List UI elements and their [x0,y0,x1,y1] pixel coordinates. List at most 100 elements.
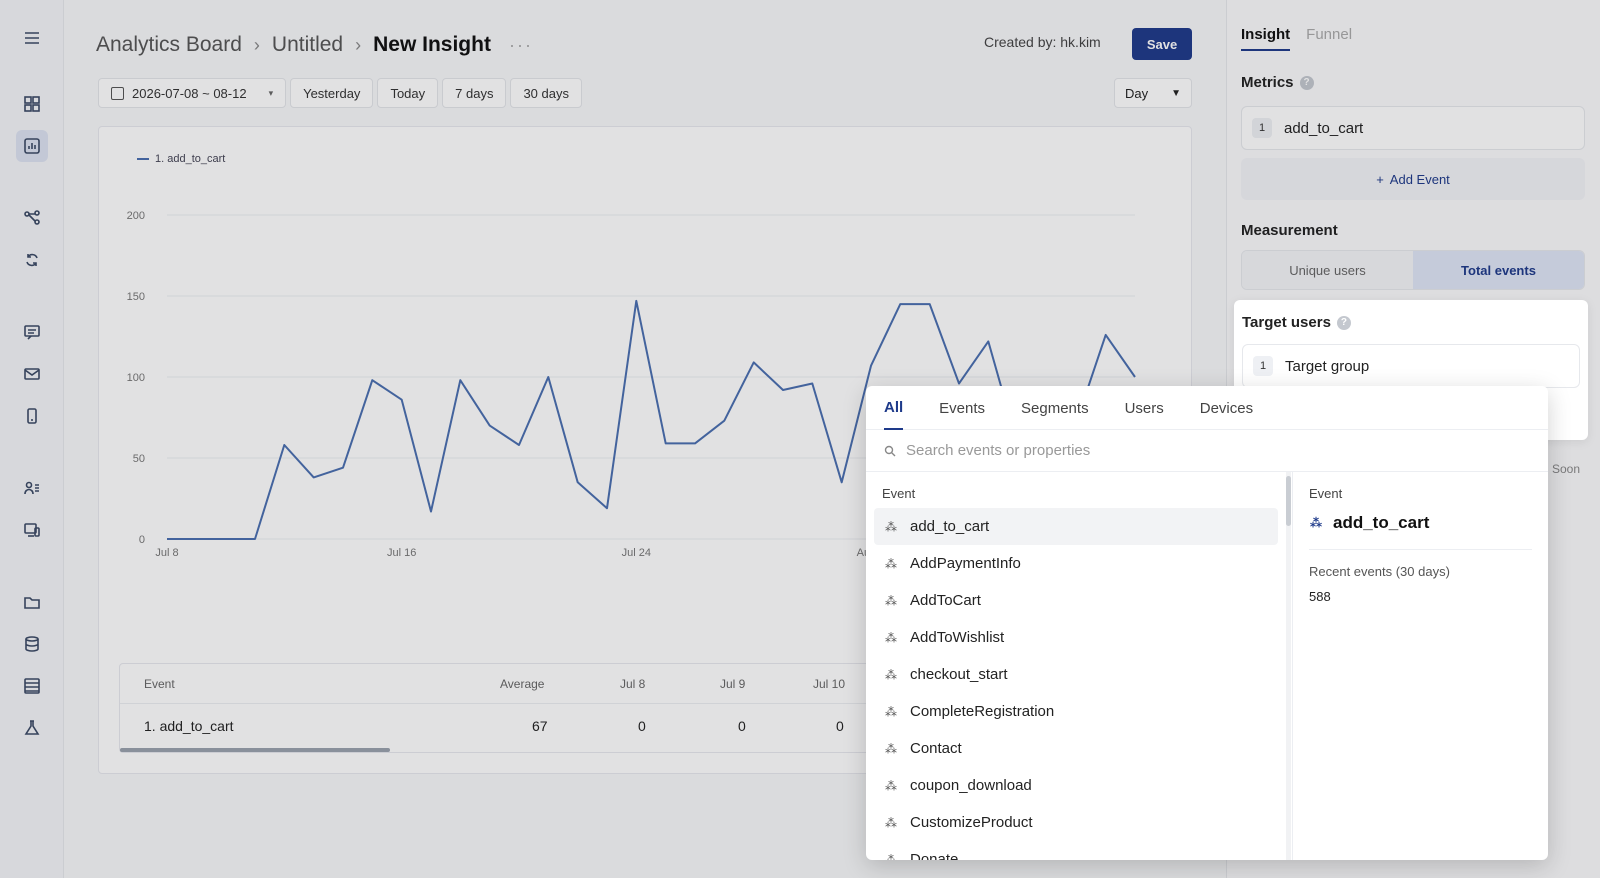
event-item[interactable]: ⁂ AddToWishlist [874,619,1278,656]
users-list-icon[interactable] [16,472,48,504]
row-jul8: 0 [638,718,646,734]
metric-event-row[interactable]: 1 add_to_cart [1241,106,1585,150]
message-icon[interactable] [16,316,48,348]
event-item[interactable]: ⁂ Donate [874,841,1278,860]
header-average: Average [500,676,545,691]
chevron-right-icon: › [253,34,260,55]
devices-icon[interactable] [16,514,48,546]
target-index: 1 [1253,356,1273,376]
flow-icon[interactable] [16,202,48,234]
yesterday-button[interactable]: Yesterday [290,78,374,108]
row-jul9: 0 [738,718,746,734]
tab-segments[interactable]: Segments [1021,386,1089,430]
y-tick-label: 0 [139,534,145,546]
save-button[interactable]: Save [1132,28,1192,60]
picker-search [866,430,1548,472]
event-click-icon: ⁂ [885,667,897,682]
refresh-icon[interactable] [16,244,48,276]
header-jul8: Jul 8 [620,676,646,691]
event-picker-dropdown: All Events Segments Users Devices Event … [866,386,1548,860]
x-tick-label: Jul 16 [387,547,416,559]
event-item[interactable]: ⁂ coupon_download [874,767,1278,804]
metric-event-name: add_to_cart [1284,119,1364,137]
scrollbar-thumb[interactable] [1286,476,1291,526]
unique-users-option[interactable]: Unique users [1242,251,1413,289]
add-event-button[interactable]: + Add Event [1241,158,1585,200]
event-item[interactable]: ⁂ AddPaymentInfo [874,545,1278,582]
help-icon[interactable]: ? [1336,315,1351,330]
event-item[interactable]: ⁂ checkout_start [874,656,1278,693]
event-list-label: Event [882,486,916,501]
tab-funnel[interactable]: Funnel [1306,26,1352,51]
more-options-icon[interactable]: ··· [509,35,533,56]
breadcrumb: Analytics Board › Untitled › New Insight… [96,30,533,60]
chevron-right-icon: › [355,34,362,55]
plus-icon: + [1376,171,1384,187]
page-title[interactable]: New Insight [373,33,491,57]
tab-insight[interactable]: Insight [1241,26,1291,51]
metrics-label: Metrics [1241,74,1294,91]
event-detail: Event ⁂ add_to_cart Recent events (30 da… [1292,472,1548,860]
event-click-icon: ⁂ [885,778,897,793]
table-scrollbar[interactable] [120,748,390,752]
flask-icon[interactable] [16,712,48,744]
help-icon[interactable]: ? [1299,75,1314,90]
database-icon[interactable] [16,628,48,660]
event-click-icon: ⁂ [885,815,897,830]
calendar-icon [111,86,124,100]
event-item-label: AddToWishlist [910,629,1005,646]
tab-devices[interactable]: Devices [1200,386,1253,430]
target-users-label: Target users [1242,314,1331,331]
30-days-button[interactable]: 30 days [510,78,582,108]
date-range-value: 2026-07-08 ~ 08-12 [132,85,247,101]
date-filters: 2026-07-08 ~ 08-12 ▾ Yesterday Today 7 d… [98,78,582,108]
tab-events[interactable]: Events [939,386,985,430]
table-icon[interactable] [16,670,48,702]
event-item-label: CompleteRegistration [910,703,1055,720]
dashboard-icon[interactable] [16,88,48,120]
event-item[interactable]: ⁂ CustomizeProduct [874,804,1278,841]
event-list: Event ⁂ add_to_cart ⁂ AddPaymentInfo ⁂ AddToC… [866,472,1286,860]
tab-users[interactable]: Users [1125,386,1164,430]
header-jul9: Jul 9 [720,676,746,691]
metric-index: 1 [1252,118,1272,138]
search-input[interactable] [906,442,1406,459]
row-event: 1. add_to_cart [144,718,234,734]
today-button[interactable]: Today [377,78,439,108]
event-click-icon: ⁂ [885,556,897,571]
soon-label: Soon [1552,462,1581,476]
menu-icon[interactable] [16,22,48,54]
interval-select[interactable]: Day ▼ [1114,78,1192,108]
total-events-option[interactable]: Total events [1413,251,1584,289]
event-click-icon: ⁂ [885,741,897,756]
target-group-row[interactable]: 1 Target group [1242,344,1580,388]
folder-icon[interactable] [16,586,48,618]
row-average: 67 [532,718,548,734]
event-item[interactable]: ⁂ CompleteRegistration [874,693,1278,730]
metrics-title: Metrics ? [1241,74,1314,91]
breadcrumb-item-board[interactable]: Analytics Board [96,33,242,57]
list-scrollbar[interactable] [1286,472,1291,860]
mobile-icon[interactable] [16,400,48,432]
target-users-title: Target users ? [1242,314,1351,331]
event-item[interactable]: ⁂ Contact [874,730,1278,767]
event-click-icon: ⁂ [885,519,897,534]
measurement-title: Measurement [1241,222,1338,239]
detail-label: Event [1309,486,1343,501]
breadcrumb-item-untitled[interactable]: Untitled [272,33,343,57]
tab-all[interactable]: All [884,386,904,430]
event-click-icon: ⁂ [885,704,897,719]
mail-icon[interactable] [16,358,48,390]
7-days-button[interactable]: 7 days [442,78,507,108]
event-item[interactable]: ⁂ add_to_cart [874,508,1278,545]
date-range-picker[interactable]: 2026-07-08 ~ 08-12 ▾ [98,78,287,108]
analytics-icon[interactable] [16,130,48,162]
y-tick-label: 150 [127,291,145,303]
x-tick-label: Jul 8 [155,547,178,559]
panel-tabs: Insight Funnel [1241,26,1352,51]
event-item[interactable]: ⁂ AddToCart [874,582,1278,619]
recent-events-label: Recent events (30 days) [1309,564,1450,579]
event-item-label: Donate [910,851,959,860]
target-group-name: Target group [1285,357,1370,375]
detail-name-text: add_to_cart [1333,513,1430,532]
